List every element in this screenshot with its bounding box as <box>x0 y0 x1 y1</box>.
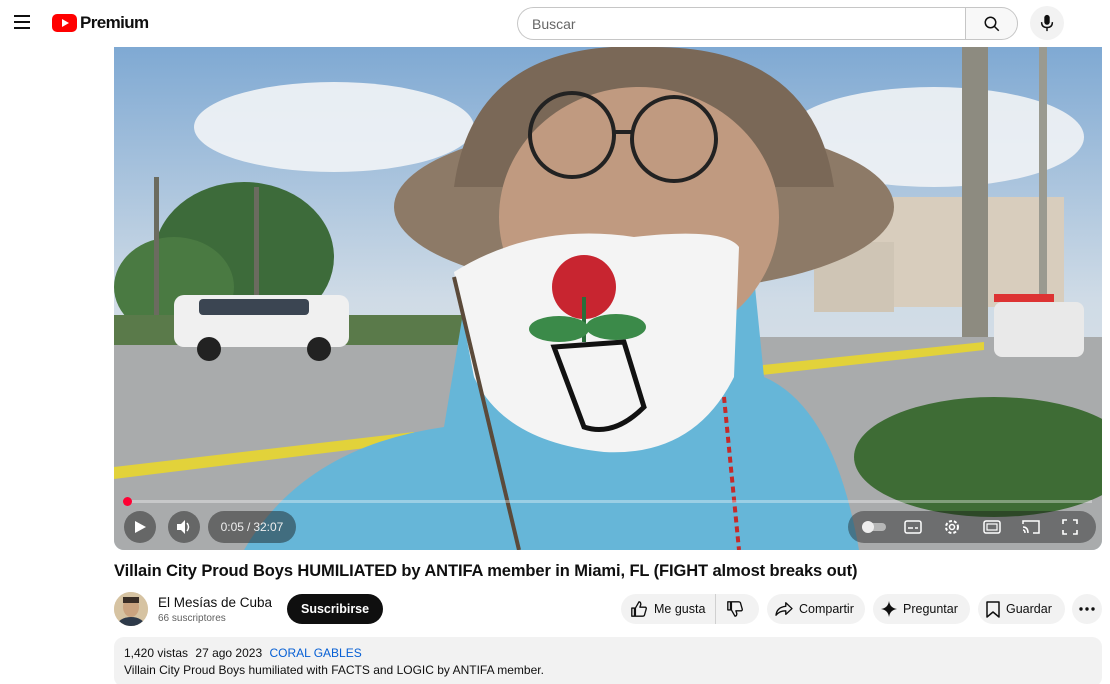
more-actions-button[interactable] <box>1072 594 1102 624</box>
search-icon <box>984 16 999 31</box>
like-button[interactable]: Me gusta <box>621 594 717 624</box>
description-box[interactable]: 1,420 vistas 27 ago 2023 CORAL GABLES Vi… <box>114 637 1102 684</box>
share-button[interactable]: Compartir <box>767 594 865 624</box>
share-label: Compartir <box>799 602 854 616</box>
more-icon <box>1079 607 1095 611</box>
autoplay-toggle[interactable] <box>860 513 888 541</box>
subtitles-button[interactable] <box>899 513 927 541</box>
video-title: Villain City Proud Boys HUMILIATED by AN… <box>114 562 858 580</box>
ask-button[interactable]: Preguntar <box>873 594 970 624</box>
thumbs-up-icon <box>630 600 648 618</box>
save-button[interactable]: Guardar <box>978 594 1065 624</box>
theater-button[interactable] <box>978 513 1006 541</box>
time-display: 0:05 / 32:07 <box>208 511 296 543</box>
search-button[interactable] <box>965 7 1018 40</box>
settings-button[interactable] <box>938 513 966 541</box>
autoplay-toggle-icon <box>861 521 886 533</box>
video-frame <box>114 47 1102 550</box>
sparkle-icon <box>881 601 897 617</box>
time-current: 0:05 <box>220 520 244 534</box>
bookmark-icon <box>986 600 1000 618</box>
progress-scrubber[interactable] <box>122 497 132 506</box>
channel-owner: El Mesías de Cuba 66 suscriptores <box>114 591 272 627</box>
cast-icon <box>1022 520 1040 534</box>
play-button[interactable] <box>124 511 156 543</box>
avatar-image <box>114 592 148 626</box>
subtitles-icon <box>904 520 922 534</box>
progress-bar[interactable] <box>122 497 1092 506</box>
voice-search-button[interactable] <box>1030 6 1064 40</box>
share-icon <box>775 601 793 617</box>
volume-icon <box>177 520 190 534</box>
menu-icon[interactable] <box>14 15 30 29</box>
mic-icon <box>1040 14 1054 32</box>
channel-avatar[interactable] <box>114 592 148 626</box>
fullscreen-icon <box>1062 519 1079 535</box>
cast-button[interactable] <box>1017 513 1045 541</box>
ask-label: Preguntar <box>903 602 958 616</box>
search-input[interactable] <box>517 7 965 40</box>
like-label: Me gusta <box>654 602 706 616</box>
dislike-button[interactable] <box>716 594 744 624</box>
youtube-logo[interactable]: Premium <box>52 13 149 33</box>
like-dislike-group: Me gusta <box>621 594 759 624</box>
subscriber-count: 66 suscriptores <box>158 612 226 624</box>
mute-button[interactable] <box>168 511 200 543</box>
description-meta: 1,420 vistas 27 ago 2023 CORAL GABLES <box>124 646 1092 660</box>
upload-date: 27 ago 2023 <box>195 646 263 660</box>
logo-text: Premium <box>80 13 149 32</box>
channel-name[interactable]: El Mesías de Cuba <box>158 595 272 610</box>
play-icon <box>135 521 146 533</box>
save-label: Guardar <box>1006 602 1052 616</box>
youtube-logo-icon <box>52 14 77 32</box>
theater-icon <box>982 520 1001 534</box>
view-count: 1,420 vistas <box>124 646 189 660</box>
location-tag[interactable]: CORAL GABLES <box>269 646 361 660</box>
fullscreen-button[interactable] <box>1056 513 1084 541</box>
masthead: Premium <box>0 0 1110 46</box>
video-player[interactable]: 0:05 / 32:07 <box>114 47 1102 550</box>
thumbs-down-icon <box>726 600 744 618</box>
settings-icon <box>945 520 960 534</box>
player-right-controls <box>848 511 1096 543</box>
channel-info: El Mesías de Cuba 66 suscriptores <box>158 595 272 624</box>
search-bar <box>517 7 1018 40</box>
description-text: Villain City Proud Boys humiliated with … <box>124 663 544 677</box>
time-duration: 32:07 <box>253 520 284 534</box>
subscribe-button[interactable]: Suscribirse <box>287 594 384 624</box>
